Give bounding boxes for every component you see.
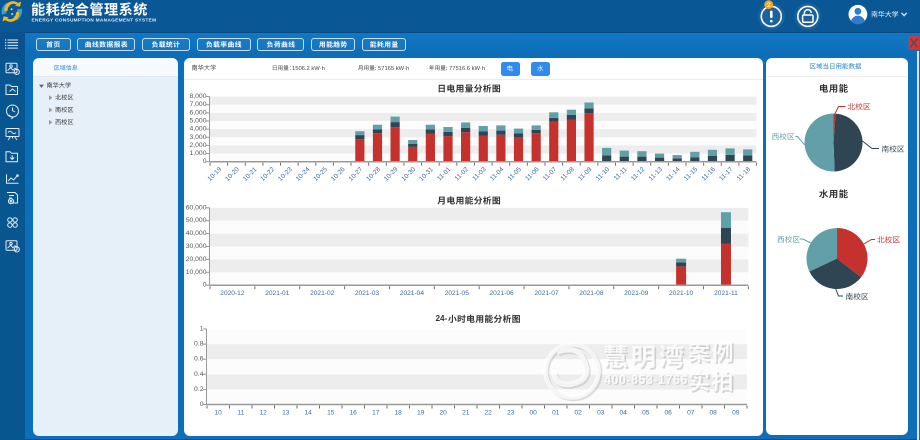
- svg-text:15: 15: [327, 410, 335, 417]
- svg-text:10-22: 10-22: [259, 166, 276, 183]
- svg-text:57165 kW·h: 57165 kW·h: [378, 66, 409, 72]
- svg-text:4,000: 4,000: [189, 126, 206, 133]
- svg-text:ENERGY CONSUMPTION MANAGEMENT: ENERGY CONSUMPTION MANAGEMENT SYSTEM: [32, 17, 157, 23]
- svg-text:11-09: 11-09: [577, 166, 594, 183]
- svg-text:40,000: 40,000: [186, 230, 207, 237]
- svg-text:7,000: 7,000: [189, 101, 206, 108]
- svg-text:23: 23: [507, 410, 515, 417]
- svg-text:10-24: 10-24: [295, 166, 312, 183]
- svg-text:10-29: 10-29: [383, 166, 400, 183]
- svg-text:11-06: 11-06: [524, 166, 541, 183]
- svg-text:05: 05: [642, 410, 650, 417]
- svg-text:11-14: 11-14: [665, 166, 682, 183]
- svg-text:10-21: 10-21: [242, 166, 259, 183]
- svg-text:2021-06: 2021-06: [489, 290, 514, 297]
- svg-text:19: 19: [417, 410, 425, 417]
- svg-text:1: 1: [200, 326, 204, 333]
- svg-text:1506.2 kW·h: 1506.2 kW·h: [292, 66, 325, 72]
- svg-text:11-18: 11-18: [736, 166, 753, 183]
- svg-text:11-16: 11-16: [701, 166, 718, 183]
- svg-text:2021-07: 2021-07: [534, 290, 559, 297]
- svg-text:0: 0: [200, 401, 204, 408]
- svg-text:07: 07: [687, 410, 695, 417]
- svg-text:11-02: 11-02: [454, 166, 471, 183]
- svg-text:10-19: 10-19: [207, 166, 224, 183]
- svg-text:20,000: 20,000: [186, 256, 207, 263]
- svg-text:2021-04: 2021-04: [400, 290, 425, 297]
- svg-text:6,000: 6,000: [189, 109, 206, 116]
- svg-text:0.4: 0.4: [194, 371, 204, 378]
- svg-text:11-11: 11-11: [613, 166, 629, 182]
- svg-text:60,000: 60,000: [186, 204, 207, 211]
- svg-text:77516.6 kW·h: 77516.6 kW·h: [449, 66, 485, 72]
- svg-text:10-28: 10-28: [365, 166, 382, 183]
- svg-text:11-01: 11-01: [436, 166, 453, 183]
- svg-text:3,000: 3,000: [189, 134, 206, 141]
- svg-text:10-23: 10-23: [277, 166, 294, 183]
- svg-text:2021-05: 2021-05: [445, 290, 470, 297]
- svg-text:10-27: 10-27: [348, 166, 365, 183]
- svg-text:11-08: 11-08: [559, 166, 576, 183]
- svg-text:11-10: 11-10: [595, 166, 612, 183]
- svg-text:0: 0: [203, 158, 207, 165]
- svg-text:10-20: 10-20: [224, 166, 241, 183]
- svg-text:12: 12: [260, 410, 268, 417]
- svg-text:11-17: 11-17: [718, 166, 735, 183]
- svg-text:16: 16: [350, 410, 358, 417]
- svg-text:11: 11: [237, 410, 244, 417]
- svg-text:400-853-1766: 400-853-1766: [604, 373, 688, 387]
- svg-text:03: 03: [597, 410, 605, 417]
- svg-text:06: 06: [665, 410, 673, 417]
- svg-text:30,000: 30,000: [186, 243, 207, 250]
- svg-text:2021-10: 2021-10: [669, 290, 694, 297]
- svg-text:10-26: 10-26: [330, 166, 347, 183]
- svg-text:10: 10: [215, 410, 223, 417]
- svg-text:20: 20: [440, 410, 448, 417]
- svg-text:22: 22: [485, 410, 493, 417]
- svg-text:11-04: 11-04: [489, 166, 506, 183]
- svg-text:2021-01: 2021-01: [265, 290, 290, 297]
- svg-text:11-13: 11-13: [648, 166, 665, 183]
- svg-text:11-07: 11-07: [542, 166, 559, 183]
- svg-text:04: 04: [620, 410, 628, 417]
- svg-text:18: 18: [395, 410, 403, 417]
- svg-text:17: 17: [372, 410, 380, 417]
- svg-text:11-15: 11-15: [683, 166, 700, 183]
- svg-text:13: 13: [282, 410, 290, 417]
- svg-text:0.2: 0.2: [194, 386, 204, 393]
- svg-text:2,000: 2,000: [189, 142, 206, 149]
- svg-text:10-30: 10-30: [400, 166, 417, 183]
- svg-text:09: 09: [732, 410, 740, 417]
- svg-text:00: 00: [530, 410, 538, 417]
- svg-text:21: 21: [462, 410, 470, 417]
- svg-text:02: 02: [575, 410, 583, 417]
- svg-text:10,000: 10,000: [186, 269, 207, 276]
- svg-text:8,000: 8,000: [189, 93, 206, 100]
- svg-text:50,000: 50,000: [186, 217, 207, 224]
- svg-text:2021-03: 2021-03: [355, 290, 380, 297]
- svg-text:1,000: 1,000: [189, 150, 206, 157]
- svg-text:11-12: 11-12: [630, 166, 647, 183]
- svg-text:5,000: 5,000: [189, 118, 206, 125]
- svg-text:2021-11: 2021-11: [714, 290, 738, 297]
- svg-text:24-: 24-: [436, 314, 448, 323]
- svg-text:14: 14: [305, 410, 313, 417]
- svg-text:0.6: 0.6: [194, 356, 204, 363]
- svg-text:2021-02: 2021-02: [310, 290, 335, 297]
- svg-text:2020-12: 2020-12: [220, 290, 245, 297]
- svg-text:0: 0: [203, 282, 207, 289]
- svg-text:10-25: 10-25: [312, 166, 329, 183]
- svg-text:10-31: 10-31: [418, 166, 435, 183]
- svg-text:11-03: 11-03: [471, 166, 488, 183]
- svg-text:08: 08: [710, 410, 718, 417]
- svg-text:11-05: 11-05: [507, 166, 524, 183]
- svg-text:0.8: 0.8: [194, 341, 204, 348]
- svg-text:2021-08: 2021-08: [579, 290, 604, 297]
- svg-text:2021-09: 2021-09: [624, 290, 649, 297]
- svg-text:01: 01: [552, 410, 560, 417]
